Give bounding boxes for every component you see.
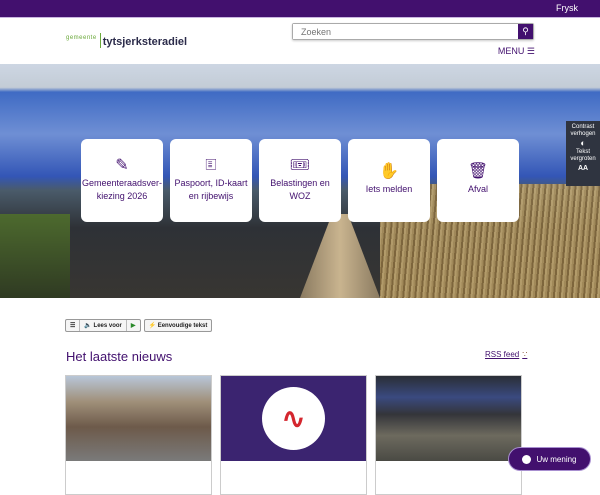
news-card-image — [66, 376, 211, 461]
top-bar: Frysk — [0, 0, 600, 18]
menu-button[interactable]: MENU ☰ — [497, 46, 535, 57]
pencil-icon: ✎ — [115, 156, 129, 174]
news-card-image — [376, 376, 521, 461]
tile-report[interactable]: ✋ Iets melden — [348, 139, 430, 222]
feedback-button[interactable]: Uw mening — [508, 447, 591, 471]
speaker-icon: 🔈 — [84, 323, 92, 329]
rss-icon: ∵ — [522, 350, 528, 359]
waste-bin-icon: 🗑 — [467, 163, 489, 180]
readspeaker-menu-button[interactable]: ☰ — [66, 320, 81, 331]
tile-passport[interactable]: 🗉 Paspoort, ID-kaart en rijbewijs — [170, 139, 252, 222]
hero-bridge — [300, 214, 380, 298]
menu-label: MENU — [497, 46, 525, 56]
tile-label: Paspoort, ID-kaart en rijbewijs — [174, 177, 248, 201]
play-button[interactable]: ▶ — [127, 320, 140, 331]
contrast-icon: ◐ — [580, 138, 586, 148]
text-size-button[interactable]: Tekst vergroten AA — [566, 149, 600, 172]
header: gemeente tytsjerksteradiel ⚲ MENU ☰ — [0, 18, 600, 64]
hero-grass — [0, 214, 70, 298]
news-card[interactable]: ∿ — [220, 375, 367, 495]
contrast-button[interactable]: Contrast verhogen ◐ — [566, 124, 600, 148]
rss-feed-link[interactable]: RSS feed ∵ — [485, 350, 527, 359]
tile-elections[interactable]: ✎ Gemeenteraadsver-kiezing 2026 — [81, 139, 163, 222]
text-size-label: Tekst vergroten — [570, 149, 596, 162]
tile-label: Gemeenteraadsver-kiezing 2026 — [81, 177, 163, 201]
news-list: ∿ — [65, 375, 522, 495]
readspeaker-toolbar: ☰ 🔈 Lees voor ▶ ⚡ Eenvoudige tekst — [65, 319, 213, 332]
hamburger-icon: ☰ — [526, 46, 535, 56]
read-aloud-label: Lees voor — [93, 323, 122, 329]
tile-label: Belastingen en WOZ — [270, 177, 330, 201]
rss-label: RSS feed — [485, 350, 520, 359]
tax-ticket-icon: 🎟 — [289, 156, 311, 174]
text-size-icon: AA — [577, 165, 589, 172]
smiley-icon — [522, 454, 532, 464]
tile-waste[interactable]: 🗑 Afval — [437, 139, 519, 222]
news-card-image: ∿ — [221, 376, 366, 461]
language-link-frysk[interactable]: Frysk — [556, 3, 578, 13]
feedback-label: Uw mening — [536, 454, 577, 464]
search-input[interactable] — [293, 24, 518, 39]
accessibility-panel: Contrast verhogen ◐ Tekst vergroten AA — [566, 121, 600, 186]
search-button[interactable]: ⚲ — [518, 24, 533, 39]
simple-text-button[interactable]: ⚡ Eenvoudige tekst — [145, 320, 212, 331]
logo[interactable]: gemeente tytsjerksteradiel — [66, 33, 187, 48]
read-aloud-button[interactable]: 🔈 Lees voor — [80, 320, 127, 331]
person-raising-hand-icon: ✋ — [379, 163, 399, 180]
news-card[interactable] — [65, 375, 212, 495]
tile-taxes[interactable]: 🎟 Belastingen en WOZ — [259, 139, 341, 222]
tile-label: Afval — [467, 184, 488, 194]
election-logo: ∿ — [262, 387, 325, 450]
logo-name: tytsjerksteradiel — [102, 36, 188, 48]
news-heading: Het laatste nieuws — [66, 349, 173, 364]
contrast-label: Contrast verhogen — [570, 124, 596, 137]
tile-label: Iets melden — [365, 184, 413, 194]
lightning-icon: ⚡ — [148, 323, 157, 329]
logo-divider — [99, 33, 101, 48]
quick-links: ✎ Gemeenteraadsver-kiezing 2026 🗉 Paspoort… — [81, 139, 519, 222]
search-icon: ⚲ — [522, 26, 529, 36]
search-box: ⚲ — [292, 23, 534, 40]
id-card-icon: 🗉 — [205, 156, 217, 174]
news-card[interactable] — [375, 375, 522, 495]
simple-text-label: Eenvoudige tekst — [157, 323, 208, 329]
logo-prefix: gemeente — [66, 35, 97, 41]
